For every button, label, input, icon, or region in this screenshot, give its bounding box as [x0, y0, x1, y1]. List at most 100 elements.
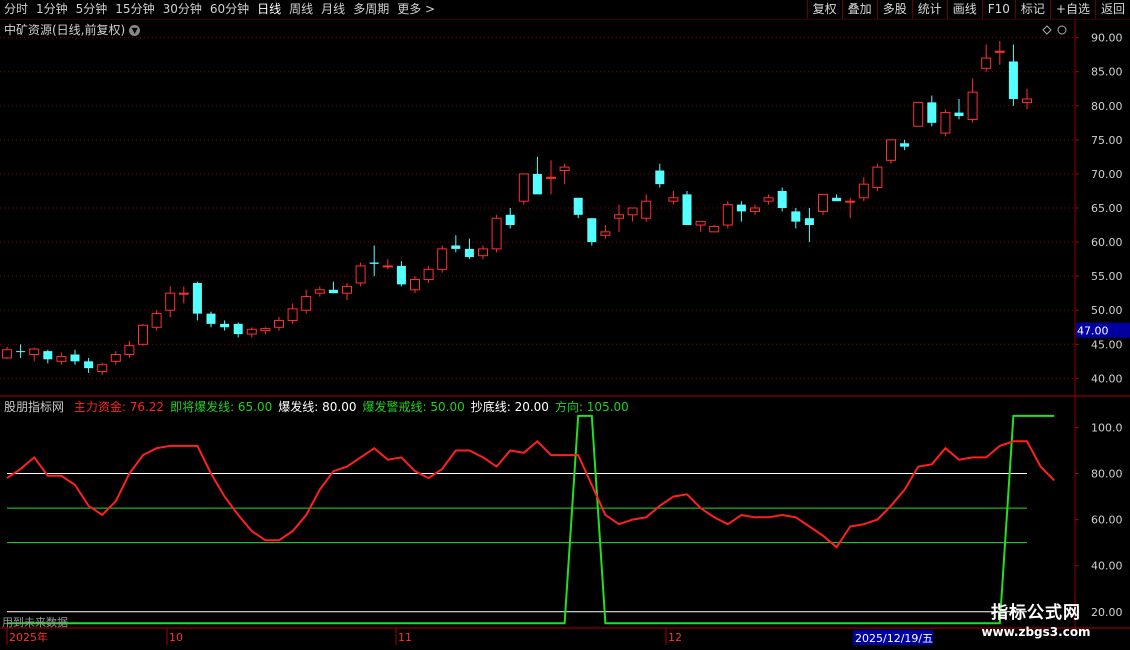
candle-body-down — [43, 351, 53, 360]
candle-body-up — [818, 193, 828, 212]
candle-body-up — [491, 217, 502, 250]
candle-body-down — [532, 173, 542, 195]
candle-body-up — [886, 139, 896, 161]
candle-body-down — [396, 265, 406, 285]
indicator-name[interactable]: 股朋指标网 — [4, 400, 64, 414]
candle-body-down — [587, 218, 597, 243]
candle-body-up — [994, 50, 1005, 53]
price-label: 90.00 — [1091, 32, 1123, 45]
price-label: 85.00 — [1091, 66, 1123, 79]
candle-body-up — [260, 328, 271, 332]
candle-body-up — [981, 57, 992, 69]
indicator-legend-4: 抄底线: 20.00 — [470, 400, 549, 414]
indicator-axis-label: 60.00 — [1091, 514, 1123, 527]
candle-body-down — [736, 204, 746, 212]
candle-body-up — [546, 176, 556, 179]
price-label: 80.00 — [1091, 100, 1123, 113]
candle-body-up — [641, 200, 652, 219]
time-label: 11 — [398, 631, 412, 644]
candle-body-down — [682, 194, 692, 226]
candle-body-down — [505, 214, 515, 226]
price-label: 50.00 — [1091, 304, 1123, 317]
candle-body-up — [423, 268, 434, 281]
candle-body-down — [927, 102, 937, 123]
candle-body-down — [1008, 61, 1018, 99]
candle-body-up — [56, 356, 67, 362]
candle-body-up — [138, 324, 148, 345]
candle-body-up — [355, 265, 366, 284]
diamond-icon — [1042, 25, 1052, 35]
price-label: 55.00 — [1091, 270, 1123, 283]
candle-body-up — [967, 91, 978, 120]
future-data-note: 用到未来数据 — [2, 616, 68, 629]
candle-body-down — [777, 190, 787, 208]
main-fund-line — [6, 439, 1055, 549]
candle-body-down — [70, 354, 80, 362]
kline-chart[interactable]: 90.00 85.00 80.00 75.00 70.00 65.00 60.00 55.00… — [0, 0, 1130, 650]
candle-body-down — [655, 170, 665, 185]
candle-body-up — [858, 183, 869, 199]
candle-body-down — [328, 289, 338, 294]
candle-body-down — [464, 248, 474, 258]
candle-body-up — [913, 101, 924, 127]
indicator-axis-label: 100.0 — [1091, 421, 1123, 434]
price-label: 75.00 — [1091, 134, 1123, 147]
candle-body-down — [233, 323, 243, 335]
candle-body-up — [478, 248, 488, 257]
candle-body-up — [165, 292, 176, 311]
candle-body-up — [518, 173, 529, 202]
cursor-date-label: 2025/12/19/五 — [855, 632, 933, 645]
indicator-legend-2: 爆发线: 80.00 — [278, 400, 357, 414]
indicator-axis-label: 80.00 — [1091, 468, 1123, 481]
candle-body-up — [559, 166, 570, 172]
candle-body-up — [627, 207, 638, 216]
time-label: 12 — [668, 631, 682, 644]
candle-body-down — [832, 197, 842, 202]
candle-body-down — [220, 323, 230, 328]
candle-body-up — [287, 308, 298, 321]
candle-body-down — [84, 361, 94, 369]
indicator-title: 股朋指标网 主力资金: 76.22 即将爆发线: 65.00 爆发线: 80.00 爆… — [4, 398, 635, 415]
candle-body-down — [369, 262, 379, 264]
price-label: 70.00 — [1091, 168, 1123, 181]
candle-body-up — [110, 354, 121, 362]
candle-body-up — [845, 200, 856, 203]
watermark-logo: 指标公式网 www.zbgs3.com — [956, 602, 1116, 644]
candle-body-up — [668, 197, 679, 202]
candle-body-up — [1022, 98, 1032, 103]
candle-body-up — [29, 348, 40, 356]
price-label: 65.00 — [1091, 202, 1123, 215]
candle-body-up — [722, 204, 733, 226]
candle-body-up — [246, 328, 257, 335]
candle-body-up — [2, 349, 12, 359]
indicator-axis-label: 40.00 — [1091, 560, 1123, 573]
price-label: 45.00 — [1091, 338, 1123, 351]
candle-body-up — [301, 296, 312, 311]
candle-body-down — [192, 282, 202, 314]
candle-body-up — [124, 345, 135, 356]
watermark-title: 指标公式网 — [991, 603, 1081, 623]
candle-body-down — [16, 351, 26, 353]
indicator-legend-1: 即将爆发线: 65.00 — [170, 400, 273, 414]
candle-body-up — [709, 225, 720, 233]
candle-body-up — [763, 197, 774, 202]
price-label: 40.00 — [1091, 372, 1123, 385]
indicator-legend-3: 爆发警戒线: 50.00 — [362, 400, 465, 414]
time-label: 10 — [169, 631, 183, 644]
candle-body-up — [750, 207, 760, 212]
time-label: 2025年 — [9, 630, 48, 644]
indicator-legend-0: 主力资金: 76.22 — [73, 400, 165, 414]
candle-body-up — [342, 285, 352, 294]
candle-body-up — [314, 289, 325, 294]
candle-body-up — [872, 166, 883, 189]
candle-body-up — [695, 221, 706, 226]
candle-body-down — [206, 313, 216, 324]
candle-body-down — [804, 218, 814, 226]
price-highlight-label: 47.00 — [1077, 325, 1109, 338]
candle-body-up — [614, 214, 624, 219]
candle-body-down — [900, 143, 910, 147]
candle-body-up — [600, 231, 611, 236]
indicator-legend-5: 方向: 105.00 — [554, 400, 629, 414]
candle-body-down — [791, 211, 801, 222]
watermark-url: www.zbgs3.com — [981, 625, 1091, 639]
